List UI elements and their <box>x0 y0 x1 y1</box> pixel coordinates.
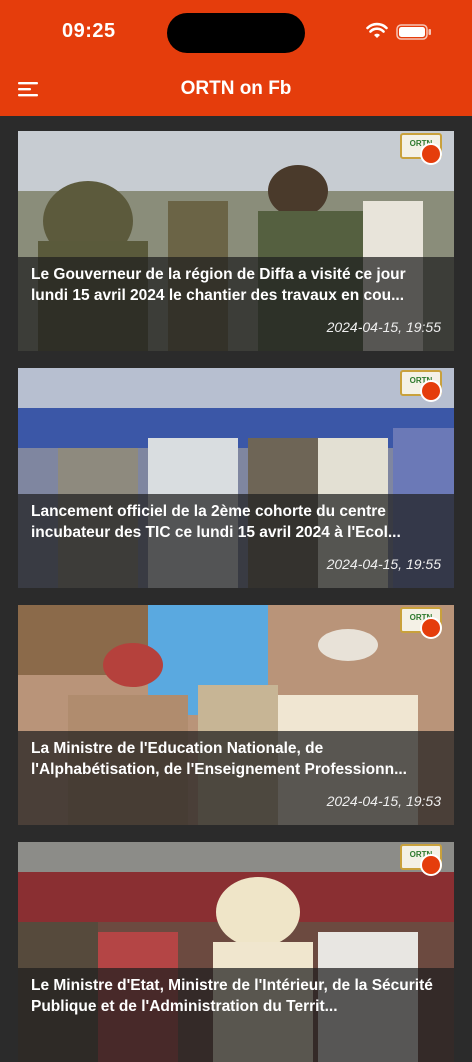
status-time: 09:25 <box>62 20 116 42</box>
page-title: ORTN on Fb <box>180 78 292 99</box>
post-card[interactable]: Lancement officiel de la 2ème cohorte du… <box>18 368 454 588</box>
post-date: 2024-04-15, 19:55 <box>326 556 441 572</box>
wifi-icon <box>366 22 388 38</box>
post-title: Le Ministre d'Etat, Ministre de l'Intéri… <box>31 977 433 1015</box>
battery-icon <box>396 24 431 40</box>
post-title: Le Gouverneur de la région de Diffa a vi… <box>31 266 406 304</box>
post-card[interactable]: Le Gouverneur de la région de Diffa a vi… <box>18 131 454 351</box>
dynamic-island <box>167 13 305 53</box>
app-header: 09:25 ORTN on Fb <box>0 0 472 116</box>
post-date: 2024-04-15, 19:53 <box>326 793 441 809</box>
live-indicator-icon <box>420 380 442 402</box>
post-card[interactable]: La Ministre de l'Education Nationale, de… <box>18 605 454 825</box>
post-title: La Ministre de l'Education Nationale, de… <box>31 740 407 778</box>
live-indicator-icon <box>420 617 442 639</box>
live-indicator-icon <box>420 143 442 165</box>
live-indicator-icon <box>420 854 442 876</box>
post-card[interactable]: Le Ministre d'Etat, Ministre de l'Intéri… <box>18 842 454 1062</box>
post-date: 2024-04-15, 19:55 <box>326 319 441 335</box>
post-title: Lancement officiel de la 2ème cohorte du… <box>31 503 401 541</box>
